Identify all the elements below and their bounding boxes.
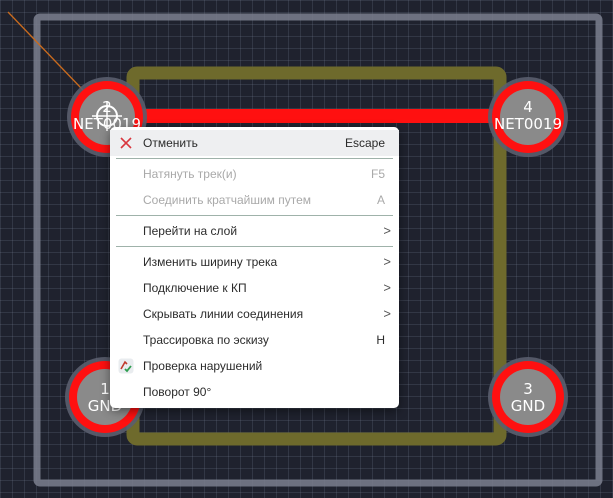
pad-2-number: 2 (102, 98, 112, 116)
menu-item-label: Подключение к КП (143, 281, 247, 295)
menu-item-label: Трассировка по эскизу (143, 333, 269, 347)
menu-item-shortcut: F5 (370, 167, 385, 181)
menu-item-shortcut: H (376, 333, 385, 347)
pad-3-net: GND (510, 397, 546, 415)
menu-separator (116, 215, 393, 216)
menu-item-connect-shortest[interactable]: Соединить кратчайшим путем A (110, 187, 399, 213)
pad-4-net: NET0019 (493, 115, 563, 133)
menu-item-label: Перейти на слой (143, 224, 238, 238)
menu-item-pull-tracks[interactable]: Натянуть трек(и) F5 (110, 161, 399, 187)
submenu-arrow-icon: > (383, 306, 391, 321)
pad-3-number: 3 (523, 380, 533, 398)
menu-item-sketch-routing[interactable]: Трассировка по эскизу H (110, 327, 399, 353)
submenu-arrow-icon: > (383, 223, 391, 238)
pad-4-label: 4 NET0019 (483, 99, 573, 133)
menu-item-label: Натянуть трек(и) (143, 167, 237, 181)
menu-item-label: Поворот 90° (143, 385, 212, 399)
menu-item-label: Проверка нарушений (143, 359, 263, 373)
menu-item-cancel[interactable]: Отменить Escape (110, 130, 399, 156)
context-menu: Отменить Escape Натянуть трек(и) F5 Соед… (110, 127, 399, 408)
menu-item-label: Соединить кратчайшим путем (143, 193, 312, 207)
drc-check-icon (118, 358, 134, 374)
menu-item-pad-connection[interactable]: Подключение к КП > (110, 275, 399, 301)
pad-3-label: 3 GND (483, 381, 573, 415)
submenu-arrow-icon: > (383, 254, 391, 269)
menu-item-rotate-90[interactable]: Поворот 90° (110, 379, 399, 405)
menu-item-label: Скрывать линии соединения (143, 307, 304, 321)
menu-item-drc-check[interactable]: Проверка нарушений (110, 353, 399, 379)
menu-item-label: Изменить ширину трека (143, 255, 278, 269)
close-x-icon (120, 137, 132, 149)
menu-item-shortcut: Escape (344, 136, 385, 150)
menu-item-hide-ratsnest[interactable]: Скрывать линии соединения > (110, 301, 399, 327)
submenu-arrow-icon: > (383, 280, 391, 295)
menu-separator (116, 158, 393, 159)
menu-separator (116, 246, 393, 247)
menu-item-change-track-width[interactable]: Изменить ширину трека > (110, 249, 399, 275)
menu-item-label: Отменить (143, 136, 198, 150)
pad-4-number: 4 (523, 98, 533, 116)
menu-item-switch-layer[interactable]: Перейти на слой > (110, 218, 399, 244)
menu-item-shortcut: A (376, 193, 385, 207)
